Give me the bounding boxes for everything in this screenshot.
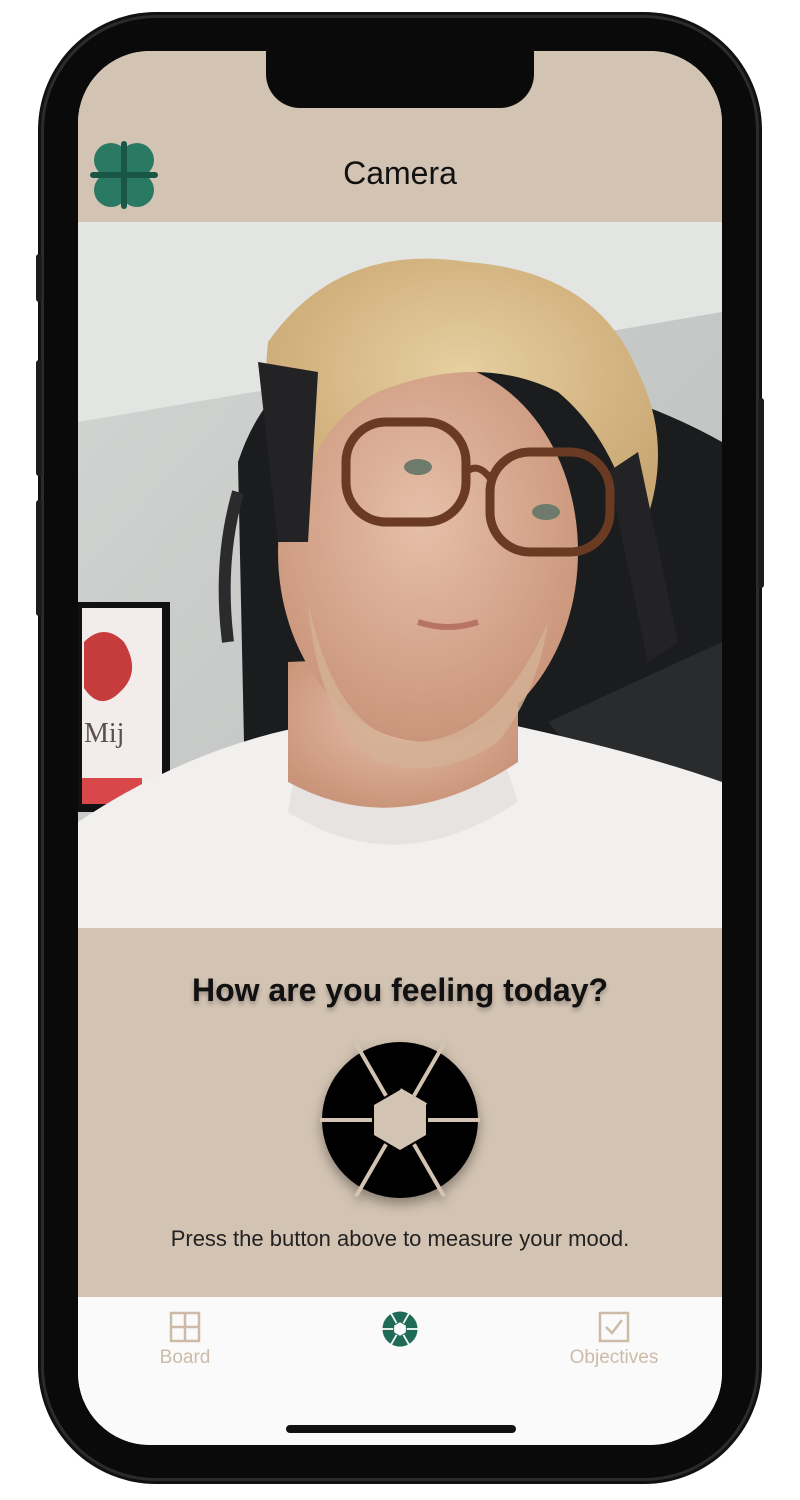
mute-switch [36,254,42,302]
tab-board[interactable]: Board [105,1311,265,1381]
tab-objectives[interactable]: Objectives [534,1311,694,1381]
camera-shutter-icon [382,1311,418,1347]
grid-icon [169,1311,201,1343]
volume-down-button [36,500,42,616]
tab-bar: Board Objectives [78,1297,722,1445]
notch [266,51,534,108]
page-title: Camera [343,155,457,191]
camera-preview-photo: Mij [78,222,722,928]
tab-objectives-label: Objectives [569,1347,659,1368]
home-indicator[interactable] [286,1425,516,1433]
checkbox-icon [598,1311,630,1343]
poster-text: Mij [84,718,124,749]
volume-up-button [36,360,42,476]
tab-board-label: Board [159,1347,211,1368]
mood-question: How are you feeling today? [191,972,609,1008]
mood-panel: How are you feeling today? Press the but… [78,928,722,1297]
mood-hint: Press the button above to measure your m… [170,1226,630,1251]
tab-camera[interactable] [320,1311,480,1381]
app-screen: Camera Mij How are you feeling today? Pr… [78,51,722,1445]
capture-mood-button[interactable] [320,1040,480,1200]
power-button [758,398,764,588]
